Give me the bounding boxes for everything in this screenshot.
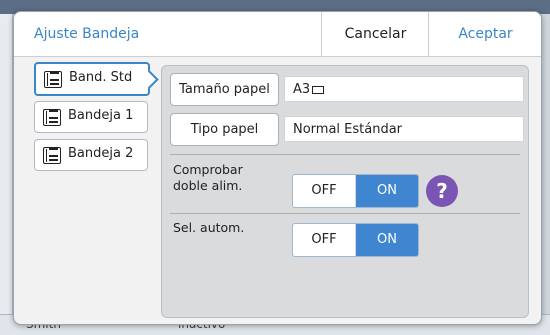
paper-type-value: Normal Estándar [284, 116, 524, 142]
tray-icon [44, 71, 62, 88]
auto-select-label: Sel. autom. [173, 220, 245, 235]
divider [170, 213, 520, 214]
auto-select-toggle: OFF ON [292, 223, 419, 257]
cancel-button[interactable]: Cancelar [321, 12, 429, 56]
app-sidebar [0, 14, 13, 324]
paper-type-button[interactable]: Tipo papel [170, 113, 279, 146]
dialog-titlebar: Ajuste Bandeja Cancelar Aceptar [14, 12, 541, 57]
tray-settings-dialog: Ajuste Bandeja Cancelar Aceptar Band. St… [13, 11, 542, 325]
auto-select-on-button[interactable]: ON [356, 224, 418, 256]
double-feed-on-button[interactable]: ON [356, 175, 418, 207]
paper-size-button[interactable]: Tamaño papel [170, 73, 279, 106]
tray-item-2[interactable]: Bandeja 2 [34, 139, 148, 171]
tray-item-label: Band. Std [69, 70, 133, 85]
settings-panel: Tamaño papel A3 Tipo papel Normal Estánd… [161, 65, 529, 318]
tray-icon [43, 147, 61, 164]
tray-item-standard[interactable]: Band. Std [34, 62, 150, 96]
divider [170, 154, 520, 155]
landscape-paper-icon [312, 85, 325, 94]
help-icon[interactable]: ? [426, 175, 458, 207]
paper-size-value: A3 [284, 76, 524, 102]
double-feed-off-button[interactable]: OFF [293, 175, 355, 207]
tray-item-label: Bandeja 2 [68, 146, 134, 161]
auto-select-off-button[interactable]: OFF [293, 224, 355, 256]
double-feed-label: Comprobar doble alim. [173, 162, 243, 193]
dialog-title: Ajuste Bandeja [34, 26, 140, 42]
tray-item-label: Bandeja 1 [68, 108, 134, 123]
double-feed-toggle: OFF ON [292, 174, 419, 208]
tray-item-1[interactable]: Bandeja 1 [34, 101, 148, 133]
tray-icon [43, 109, 61, 126]
accept-button[interactable]: Aceptar [428, 12, 541, 56]
